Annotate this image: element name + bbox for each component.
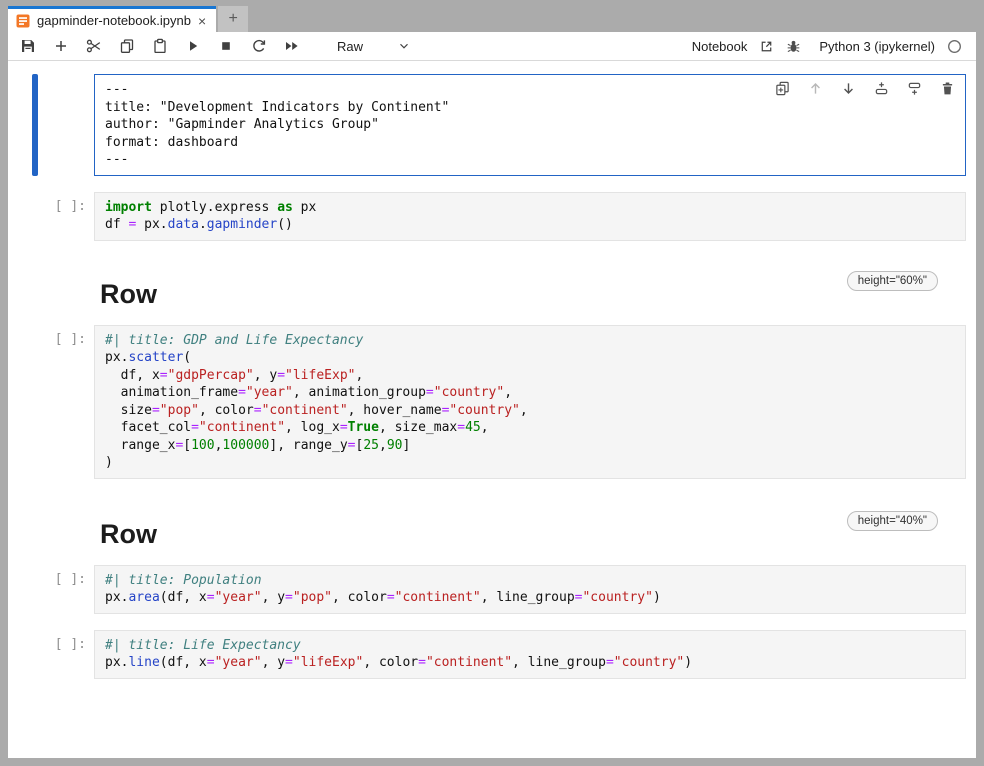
paste-icon — [152, 38, 168, 54]
section-heading: Row — [100, 279, 157, 309]
cell-code-line[interactable]: [ ]: #| title: Life Expectancypx.line(df… — [32, 630, 966, 679]
move-up-button[interactable] — [807, 80, 823, 96]
run-button[interactable] — [183, 36, 203, 56]
cell-code-import[interactable]: [ ]: import plotly.express as pxdf = px.… — [32, 192, 966, 241]
duplicate-cell-button[interactable] — [774, 80, 790, 96]
section-row-1: Row height="60%" — [100, 279, 938, 309]
copy-icon — [119, 38, 135, 54]
insert-cell-button[interactable] — [51, 36, 71, 56]
kernel-name-label[interactable]: Python 3 (ipykernel) — [819, 39, 935, 54]
save-button[interactable] — [18, 36, 38, 56]
cell-raw-frontmatter[interactable]: ---title: "Development Indicators by Con… — [32, 74, 966, 176]
move-down-icon — [841, 81, 856, 96]
notebook-panel: Raw Notebook Python 3 (ipykernel) — [8, 32, 976, 758]
tab-bar: gapminder-notebook.ipynb × + — [8, 6, 976, 32]
duplicate-cell-icon — [775, 81, 790, 96]
tab-close-icon[interactable]: × — [198, 14, 206, 28]
cell-type-value: Raw — [337, 39, 363, 54]
notebook-file-icon — [16, 14, 30, 28]
section-heading: Row — [100, 519, 157, 549]
insert-above-button[interactable] — [873, 80, 889, 96]
restart-kernel-button[interactable] — [249, 36, 269, 56]
code-cell-source: import plotly.express as pxdf = px.data.… — [105, 199, 955, 234]
run-icon — [185, 38, 201, 54]
code-cell-source: #| title: Populationpx.area(df, x="year"… — [105, 572, 955, 607]
delete-icon — [940, 81, 955, 96]
tab-title: gapminder-notebook.ipynb — [37, 13, 191, 28]
code-cell-source: #| title: Life Expectancypx.line(df, x="… — [105, 637, 955, 672]
cell-prompt: [ ]: — [38, 565, 94, 614]
notebook-mode-label: Notebook — [692, 39, 748, 54]
insert-below-icon — [907, 81, 922, 96]
plus-icon: + — [228, 10, 237, 28]
stop-icon — [218, 38, 234, 54]
cell-prompt: [ ]: — [38, 630, 94, 679]
section-row-2: Row height="40%" — [100, 519, 938, 549]
delete-cell-button[interactable] — [939, 80, 955, 96]
save-icon — [20, 38, 36, 54]
insert-cell-icon — [53, 38, 69, 54]
jupyterlab-window: gapminder-notebook.ipynb × + — [8, 6, 976, 758]
cell-code-scatter[interactable]: [ ]: #| title: GDP and Life Expectancypx… — [32, 325, 966, 479]
code-cell-editor[interactable]: #| title: GDP and Life Expectancypx.scat… — [94, 325, 966, 479]
toolbar-right: Notebook Python 3 (ipykernel) — [692, 39, 962, 54]
kernel-status-circle-icon — [947, 39, 962, 54]
cell-type-dropdown[interactable]: Raw — [331, 37, 417, 56]
raw-cell-editor[interactable]: ---title: "Development Indicators by Con… — [94, 74, 966, 176]
external-link-icon[interactable] — [759, 39, 774, 54]
cut-button[interactable] — [84, 36, 104, 56]
cell-code-area[interactable]: [ ]: #| title: Populationpx.area(df, x="… — [32, 565, 966, 614]
tab-gapminder-notebook[interactable]: gapminder-notebook.ipynb × — [8, 6, 216, 32]
insert-below-button[interactable] — [906, 80, 922, 96]
height-badge: height="40%" — [847, 511, 938, 531]
interrupt-kernel-button[interactable] — [216, 36, 236, 56]
notebook-toolbar: Raw Notebook Python 3 (ipykernel) — [8, 32, 976, 61]
move-down-button[interactable] — [840, 80, 856, 96]
cut-icon — [86, 38, 102, 54]
new-tab-button[interactable]: + — [218, 6, 248, 32]
move-up-icon — [808, 81, 823, 96]
cell-toolbar — [774, 80, 955, 96]
copy-button[interactable] — [117, 36, 137, 56]
code-cell-editor[interactable]: import plotly.express as pxdf = px.data.… — [94, 192, 966, 241]
cell-prompt: [ ]: — [38, 325, 94, 479]
cell-prompt — [38, 74, 94, 176]
restart-run-all-button[interactable] — [282, 36, 302, 56]
notebook-content: ---title: "Development Indicators by Con… — [8, 61, 976, 758]
cell-prompt: [ ]: — [38, 192, 94, 241]
bug-icon[interactable] — [786, 39, 801, 54]
code-cell-source: #| title: GDP and Life Expectancypx.scat… — [105, 332, 955, 472]
run-all-icon — [284, 38, 300, 54]
height-badge: height="60%" — [847, 271, 938, 291]
paste-button[interactable] — [150, 36, 170, 56]
chevron-down-icon — [397, 39, 411, 53]
restart-icon — [251, 38, 267, 54]
insert-above-icon — [874, 81, 889, 96]
code-cell-editor[interactable]: #| title: Life Expectancypx.line(df, x="… — [94, 630, 966, 679]
code-cell-editor[interactable]: #| title: Populationpx.area(df, x="year"… — [94, 565, 966, 614]
